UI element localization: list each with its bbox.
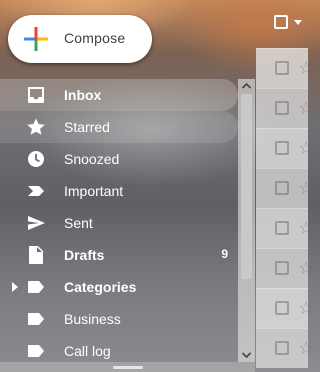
label-icon	[28, 345, 44, 357]
select-dropdown-icon[interactable]	[294, 20, 302, 25]
select-all-checkbox[interactable]	[274, 15, 288, 29]
clock-icon	[28, 151, 44, 167]
important-icon	[28, 186, 44, 196]
row-star-icon[interactable]: ☆	[298, 59, 314, 77]
sidebar-item-label: Snoozed	[64, 151, 120, 167]
sidebar-nav: Inbox Starred Snoozed Important Sent Dra…	[0, 79, 238, 367]
mail-row[interactable]: ☆	[256, 168, 314, 208]
compose-label: Compose	[64, 30, 126, 46]
drafts-count: 9	[221, 247, 228, 261]
sidebar-item-label: Business	[64, 311, 121, 327]
row-star-icon[interactable]: ☆	[298, 99, 314, 117]
row-star-icon[interactable]: ☆	[298, 139, 314, 157]
row-checkbox[interactable]	[275, 261, 289, 275]
sidebar-item-inbox[interactable]: Inbox	[0, 79, 238, 111]
row-checkbox[interactable]	[275, 341, 289, 355]
sidebar-item-label: Inbox	[64, 87, 102, 103]
scroll-down-arrow-icon[interactable]	[238, 348, 255, 362]
sidebar-item-important[interactable]: Important	[0, 175, 238, 207]
horizontal-scrollbar[interactable]	[0, 362, 255, 372]
sidebar-item-sent[interactable]: Sent	[0, 207, 238, 239]
sidebar-item-label: Categories	[64, 279, 137, 295]
sidebar-item-label: Important	[64, 183, 124, 199]
sidebar-scrollbar[interactable]	[238, 79, 255, 362]
compose-button[interactable]: Compose	[8, 15, 152, 63]
chevron-right-icon[interactable]	[11, 282, 19, 292]
mail-row[interactable]: ☆	[256, 328, 314, 368]
row-checkbox[interactable]	[275, 301, 289, 315]
label-icon	[28, 281, 44, 293]
send-icon	[28, 216, 45, 230]
sidebar-item-label: Drafts	[64, 247, 105, 263]
sidebar-item-drafts[interactable]: Drafts 9	[0, 239, 238, 271]
row-checkbox[interactable]	[275, 101, 289, 115]
sidebar-item-business[interactable]: Business	[0, 303, 238, 335]
mail-rows: ☆ ☆ ☆ ☆ ☆ ☆ ☆ ☆	[256, 48, 314, 368]
row-checkbox[interactable]	[275, 221, 289, 235]
row-star-icon[interactable]: ☆	[298, 259, 314, 277]
sidebar-item-label: Call log	[64, 343, 111, 359]
mail-row[interactable]: ☆	[256, 248, 314, 288]
sidebar-item-starred[interactable]: Starred	[0, 111, 238, 143]
label-icon	[28, 313, 44, 325]
mail-list-panel: ☆ ☆ ☆ ☆ ☆ ☆ ☆ ☆	[256, 0, 314, 372]
row-star-icon[interactable]: ☆	[298, 179, 314, 197]
row-star-icon[interactable]: ☆	[298, 299, 314, 317]
scrollbar-thumb[interactable]	[241, 94, 252, 279]
plus-icon	[24, 27, 48, 51]
horizontal-scrollbar-thumb[interactable]	[113, 366, 143, 369]
mail-row[interactable]: ☆	[256, 288, 314, 328]
mail-row[interactable]: ☆	[256, 48, 314, 88]
sidebar-item-label: Starred	[64, 119, 110, 135]
star-icon	[27, 118, 45, 135]
sidebar-item-categories[interactable]: Categories	[0, 271, 238, 303]
inbox-icon	[28, 87, 44, 103]
row-checkbox[interactable]	[275, 61, 289, 75]
sidebar-item-label: Sent	[64, 215, 93, 231]
row-star-icon[interactable]: ☆	[298, 339, 314, 357]
mail-row[interactable]: ☆	[256, 208, 314, 248]
sidebar-item-snoozed[interactable]: Snoozed	[0, 143, 238, 175]
row-checkbox[interactable]	[275, 141, 289, 155]
row-checkbox[interactable]	[275, 181, 289, 195]
scroll-up-arrow-icon[interactable]	[238, 79, 255, 93]
draft-icon	[29, 246, 43, 264]
mail-row[interactable]: ☆	[256, 88, 314, 128]
row-star-icon[interactable]: ☆	[298, 219, 314, 237]
mail-row[interactable]: ☆	[256, 128, 314, 168]
